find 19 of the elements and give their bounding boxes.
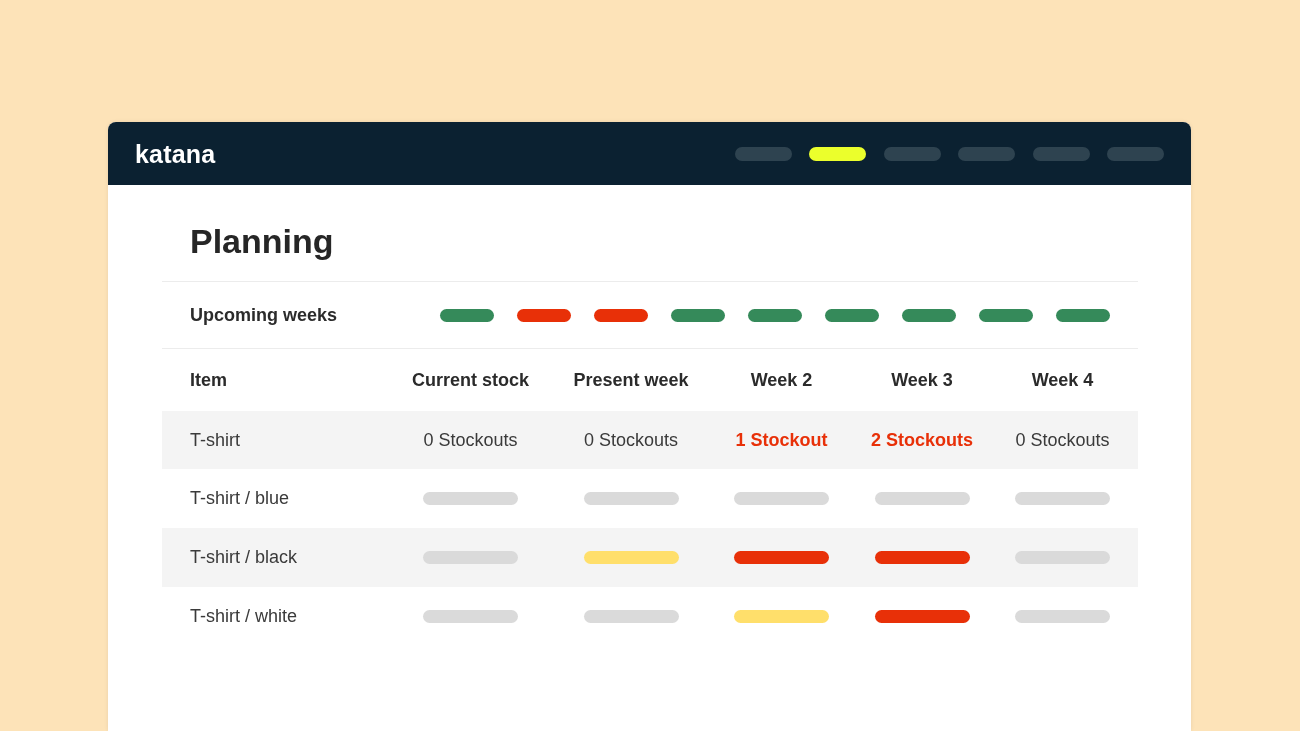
table-cell: T-shirt / blue [190, 488, 290, 509]
table-cell: T-shirt [190, 429, 240, 451]
nav-tab[interactable] [809, 146, 866, 161]
column-header: Present week [573, 369, 689, 391]
section-label: Upcoming weeks [190, 304, 338, 326]
column-header: Week 4 [1031, 369, 1094, 391]
column-header: Week 2 [750, 369, 813, 391]
table-cell: 0 Stockouts [1015, 429, 1110, 451]
table-cell: 0 Stockouts [583, 429, 679, 451]
table-cell: 2 Stockouts [871, 429, 973, 451]
table-cell: T-shirt / black [190, 547, 298, 568]
column-header: Current stock [412, 369, 529, 391]
table-cell: 1 Stockout [735, 429, 828, 451]
table-cell: T-shirt / white [190, 605, 298, 627]
table-cell: 0 Stockouts [423, 429, 518, 451]
page-title: Planning [190, 222, 334, 260]
column-header: Week 3 [891, 369, 953, 391]
logo-text: katana [135, 139, 216, 168]
column-header: Item [190, 369, 227, 391]
